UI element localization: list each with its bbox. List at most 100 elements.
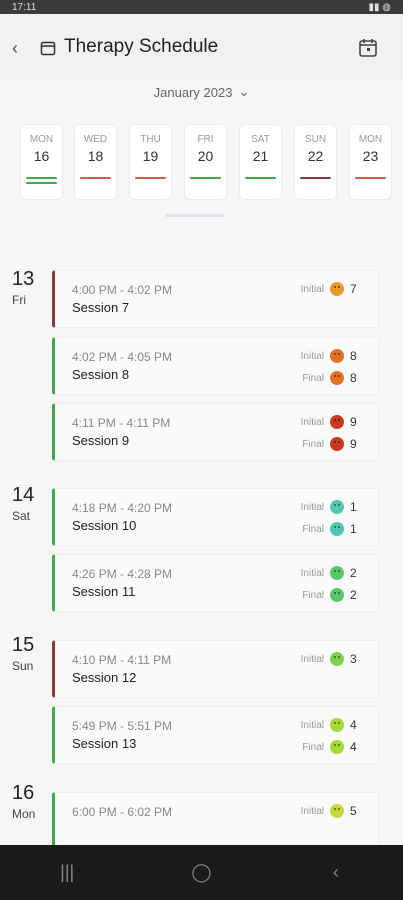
- calendar-picker-button[interactable]: [358, 38, 378, 58]
- date-card-day: 23: [362, 148, 379, 164]
- day-weekday: Mon: [12, 807, 36, 821]
- mood-face-icon: [330, 566, 344, 580]
- date-card-day: 21: [252, 148, 269, 164]
- day-number: 15: [12, 634, 35, 656]
- session-name: Session 7: [72, 300, 130, 315]
- rating-label: Initial: [300, 416, 324, 428]
- date-card-status-bar: [245, 177, 276, 179]
- mood-face-icon: [330, 500, 344, 514]
- rating-initial: Initial 3: [296, 650, 360, 668]
- page-title: Therapy Schedule: [64, 36, 219, 57]
- rating-value: 2: [350, 588, 357, 602]
- session-name: Session 9: [72, 433, 130, 448]
- rating-value: 9: [350, 415, 357, 429]
- session-time: 6:00 PM - 6:02 PM: [72, 805, 173, 819]
- date-card-status-bar: [80, 177, 111, 179]
- day-number: 16: [12, 782, 35, 804]
- month-selector[interactable]: January 2023 ⌄: [0, 80, 403, 104]
- session-card[interactable]: 4:18 PM - 4:20 PM Session 10 Initial 1 F…: [52, 488, 379, 546]
- date-card-day: 19: [142, 148, 159, 164]
- date-card-status-bar: [355, 177, 386, 179]
- date-card-22[interactable]: SUN 22: [294, 124, 337, 200]
- session-card[interactable]: 4:26 PM - 4:28 PM Session 11 Initial 2 F…: [52, 554, 379, 612]
- date-card-weekday: FRI: [197, 134, 214, 145]
- session-name: Session 11: [72, 584, 136, 599]
- rating-label: Initial: [300, 653, 324, 665]
- rating-value: 3: [350, 652, 357, 666]
- date-card-21[interactable]: SAT 21: [239, 124, 282, 200]
- date-card-20[interactable]: FRI 20: [184, 124, 227, 200]
- rating-value: 2: [350, 566, 357, 580]
- mood-face-icon: [330, 652, 344, 666]
- rating-label: Initial: [300, 283, 324, 295]
- home-icon[interactable]: ◯: [181, 862, 221, 883]
- chevron-down-icon: ⌄: [238, 84, 250, 99]
- rating-initial: Initial 7: [296, 280, 360, 298]
- date-card-19[interactable]: THU 19: [129, 124, 172, 200]
- app-bar: ‹ Therapy Schedule: [0, 14, 403, 80]
- session-time: 4:18 PM - 4:20 PM: [72, 501, 173, 515]
- date-card-weekday: SUN: [304, 134, 327, 145]
- rating-value: 8: [350, 349, 357, 363]
- back-arrow-icon[interactable]: ‹: [12, 38, 26, 58]
- session-time: 4:10 PM - 4:11 PM: [72, 653, 172, 667]
- status-bar: 17:11 ▮▮ ◍: [0, 0, 403, 14]
- session-time: 4:00 PM - 4:02 PM: [72, 283, 173, 297]
- mood-face-icon: [330, 437, 344, 451]
- rating-label: Initial: [300, 501, 324, 513]
- status-icons: ▮▮ ◍: [368, 1, 391, 13]
- rating-value: 1: [350, 500, 357, 514]
- rating-initial: Initial 4: [296, 716, 360, 734]
- recent-apps-icon[interactable]: |||: [47, 862, 87, 883]
- back-nav-icon[interactable]: ‹: [316, 862, 356, 883]
- rating-initial: Initial 8: [296, 347, 360, 365]
- date-card-day: 20: [197, 148, 214, 164]
- date-card-weekday: MON: [358, 134, 383, 145]
- rating-label: Final: [302, 372, 324, 384]
- mood-face-icon: [330, 740, 344, 754]
- day-number: 13: [12, 268, 35, 290]
- date-card-day: 22: [307, 148, 324, 164]
- session-card[interactable]: 4:00 PM - 4:02 PM Session 7 Initial 7: [52, 270, 379, 328]
- mood-face-icon: [330, 804, 344, 818]
- date-strip[interactable]: MON 16 WED 18 THU 19 FRI 20 SAT 21 SUN 22 MON …: [0, 120, 403, 202]
- scroll-indicator: [165, 214, 225, 217]
- rating-final: Final 8: [296, 369, 360, 387]
- rating-value: 1: [350, 522, 357, 536]
- session-card[interactable]: 5:49 PM - 5:51 PM Session 13 Initial 4 F…: [52, 706, 379, 764]
- day-header: 13 Fri: [12, 268, 48, 307]
- session-card[interactable]: 4:02 PM - 4:05 PM Session 8 Initial 8 Fi…: [52, 337, 379, 395]
- session-card[interactable]: 6:00 PM - 6:02 PM Initial 5: [52, 792, 379, 850]
- rating-label: Final: [302, 589, 324, 601]
- rating-final: Final 4: [296, 738, 360, 756]
- day-header: 14 Sat: [12, 484, 48, 523]
- session-name: Session 10: [72, 518, 137, 533]
- date-card-status-bar: [135, 177, 166, 179]
- session-card[interactable]: 4:11 PM - 4:11 PM Session 9 Initial 9 Fi…: [52, 403, 379, 461]
- rating-initial: Initial 2: [296, 564, 360, 582]
- rating-label: Final: [302, 523, 324, 535]
- mood-face-icon: [330, 349, 344, 363]
- rating-value: 4: [350, 718, 357, 732]
- day-weekday: Sat: [12, 509, 31, 523]
- day-number: 14: [12, 484, 35, 506]
- date-card-16[interactable]: MON 16: [20, 124, 63, 200]
- date-card-day: 16: [33, 148, 50, 164]
- date-card-23[interactable]: MON 23: [349, 124, 392, 200]
- session-card[interactable]: 4:10 PM - 4:11 PM Session 12 Initial 3: [52, 640, 379, 698]
- date-card-day: 18: [87, 148, 104, 164]
- rating-label: Initial: [300, 719, 324, 731]
- session-time: 5:49 PM - 5:51 PM: [72, 719, 173, 733]
- day-header: 16 Mon: [12, 782, 48, 821]
- rating-value: 5: [350, 804, 357, 818]
- date-card-weekday: MON: [29, 134, 54, 145]
- rating-value: 4: [350, 740, 357, 754]
- rating-value: 9: [350, 437, 357, 451]
- rating-value: 7: [350, 282, 357, 296]
- session-time: 4:11 PM - 4:11 PM: [72, 416, 171, 430]
- date-card-18[interactable]: WED 18: [74, 124, 117, 200]
- date-card-weekday: THU: [140, 134, 161, 145]
- status-time: 17:11: [12, 1, 37, 13]
- rating-label: Final: [302, 741, 324, 753]
- date-card-status-bar: [300, 177, 331, 179]
